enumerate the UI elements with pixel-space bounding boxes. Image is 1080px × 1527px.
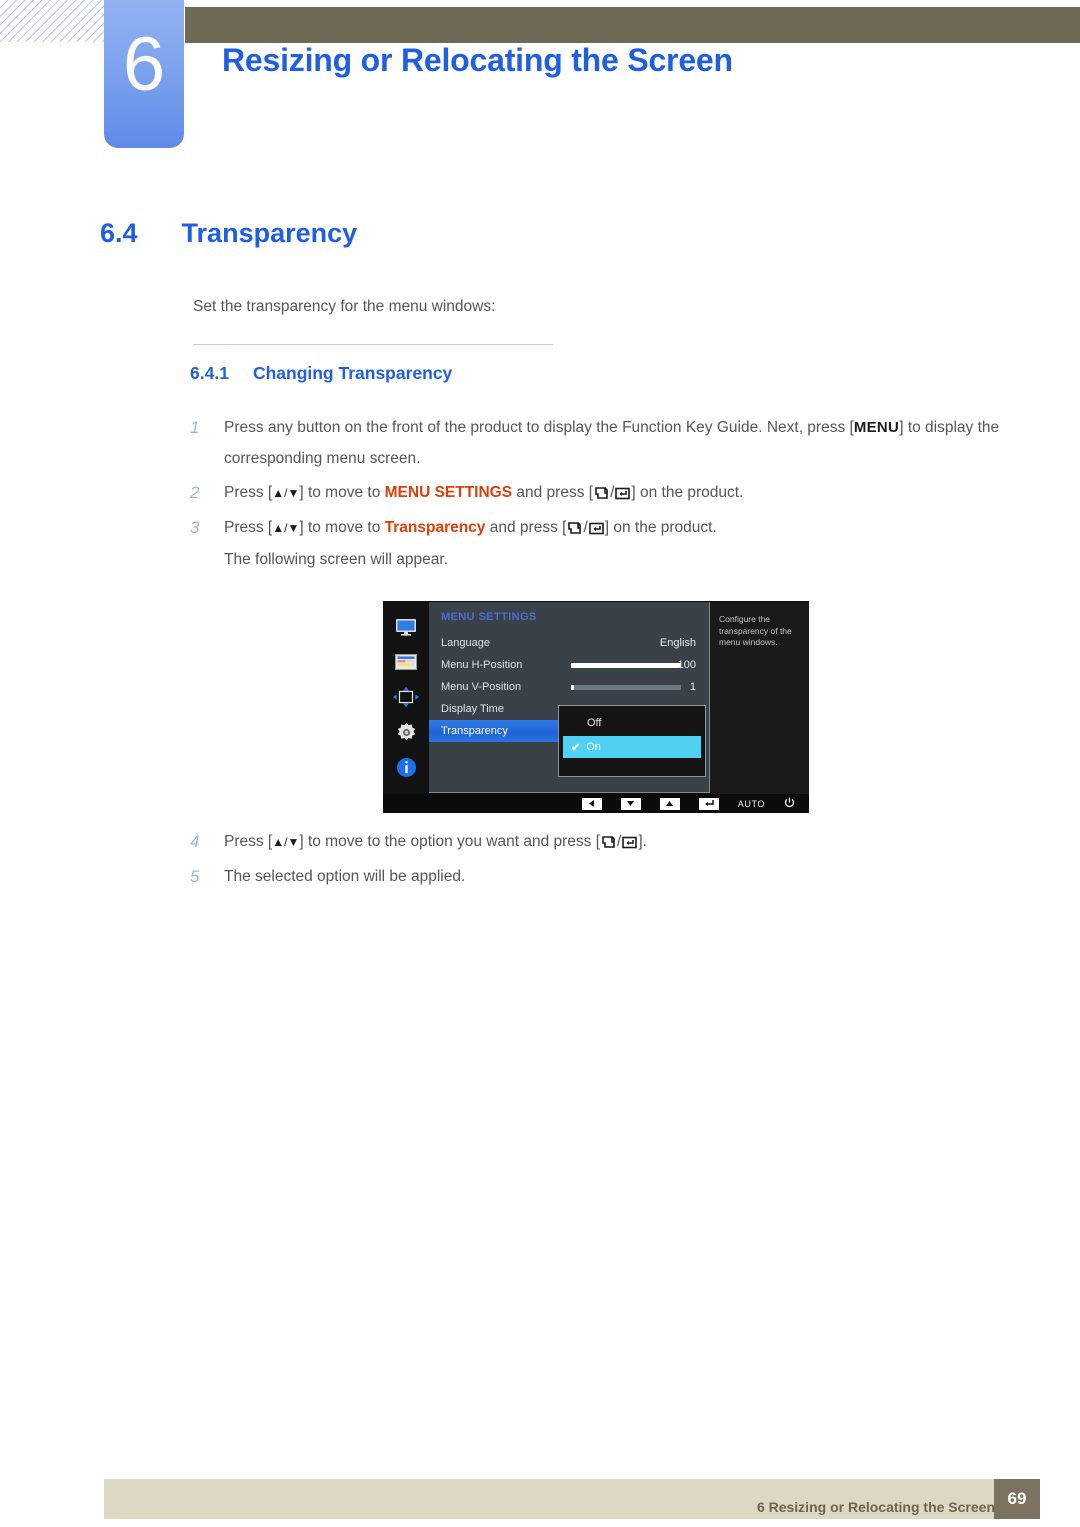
enter-return-icon <box>588 522 604 535</box>
v-position-slider[interactable] <box>571 685 681 690</box>
subsection-number: 6.4.1 <box>190 363 229 383</box>
section-number: 6.4 <box>100 218 138 248</box>
source-box-icon <box>602 836 615 848</box>
osd-row-value: 1 <box>689 681 696 693</box>
osd-main-area: MENU SETTINGS Language English Menu H-Po… <box>383 601 809 794</box>
step-note-text: The following screen will appear. <box>224 551 449 568</box>
header-olive-bar <box>185 7 1080 43</box>
osd-row-label: Transparency <box>441 725 508 737</box>
display-icon[interactable] <box>393 616 419 638</box>
step-text-post: ] on the product. <box>631 484 744 501</box>
instruction-steps-bottom: 4 Press [▲/▼] to move to the option you … <box>190 826 1020 895</box>
divider-rule <box>193 344 553 345</box>
manual-page: 6 Resizing or Relocating the Screen 6.4 … <box>0 0 1080 1527</box>
section-heading: 6.4 Transparency <box>100 218 357 249</box>
auto-button[interactable]: AUTO <box>738 799 765 809</box>
step-item: 3 Press [▲/▼] to move to Transparency an… <box>190 512 1020 575</box>
step-text: Press [▲/▼] to move to Transparency and … <box>224 512 717 575</box>
step-text-mid2: and press [ <box>512 484 594 501</box>
section-title: Transparency <box>181 218 358 248</box>
checkmark-icon: ✔ <box>571 741 581 754</box>
step-text-mid: ] to move to <box>299 519 385 536</box>
step-text: Press [▲/▼] to move to MENU SETTINGS and… <box>224 477 743 509</box>
step-number: 1 <box>190 418 200 437</box>
instruction-steps-top: 1 Press any button on the front of the p… <box>190 412 1020 578</box>
gear-icon[interactable] <box>393 721 419 743</box>
dropdown-option-label: On <box>586 741 601 753</box>
dropdown-option-off[interactable]: Off <box>559 712 705 734</box>
osd-panel-heading: MENU SETTINGS <box>441 611 537 623</box>
osd-row-label: Menu V-Position <box>441 681 522 693</box>
osd-help-text: Configure the transparency of the menu w… <box>719 614 792 647</box>
osd-row-label: Display Time <box>441 703 504 715</box>
step-text-pre: Press [ <box>224 519 273 536</box>
osd-row-menu-v-position[interactable]: Menu V-Position 1 <box>429 676 710 698</box>
step-text-post: ] on the product. <box>604 519 717 536</box>
slash-separator: / <box>617 833 622 850</box>
osd-button-bar: AUTO <box>383 794 809 813</box>
left-arrow-button[interactable] <box>581 797 602 810</box>
step-item: 4 Press [▲/▼] to move to the option you … <box>190 826 1020 858</box>
enter-return-icon <box>615 487 631 500</box>
section-intro-text: Set the transparency for the menu window… <box>193 298 496 315</box>
step-text: Press any button on the front of the pro… <box>224 412 1020 474</box>
osd-row-value: 100 <box>677 659 696 671</box>
footer-text: 6 Resizing or Relocating the Screen <box>756 1499 995 1515</box>
osd-row-language[interactable]: Language English <box>429 632 710 654</box>
step-item: 2 Press [▲/▼] to move to MENU SETTINGS a… <box>190 477 1020 509</box>
source-box-icon <box>595 487 608 499</box>
power-button[interactable] <box>784 795 795 813</box>
chapter-title: Resizing or Relocating the Screen <box>222 42 733 78</box>
step-text-pre: Press [ <box>224 484 273 501</box>
down-arrow-button[interactable] <box>620 797 641 810</box>
step-text-mid2: and press [ <box>485 519 567 536</box>
source-box-icon <box>568 522 582 534</box>
picture-settings-icon[interactable] <box>393 651 419 673</box>
transparency-highlight: Transparency <box>384 519 486 536</box>
updown-arrows-icon: ▲/▼ <box>272 486 300 500</box>
step-text-prefix: Press any button on the front of the pro… <box>224 419 854 436</box>
subsection-title: Changing Transparency <box>252 363 453 383</box>
h-position-slider[interactable] <box>571 663 681 668</box>
updown-arrows-icon: ▲/▼ <box>272 521 300 535</box>
osd-help-panel: Configure the transparency of the menu w… <box>710 602 809 794</box>
updown-arrows-icon: ▲/▼ <box>272 835 300 849</box>
step-text-mid: ] to move to the option you want and pre… <box>299 833 601 850</box>
osd-row-label: Language <box>441 637 490 649</box>
step-text-post: ]. <box>638 833 647 850</box>
enter-return-icon <box>622 836 638 849</box>
menu-settings-highlight: MENU SETTINGS <box>384 484 513 501</box>
transparency-dropdown[interactable]: Off ✔ On <box>558 705 706 777</box>
subsection-heading: 6.4.1 Changing Transparency <box>190 363 452 384</box>
step-item: 5 The selected option will be applied. <box>190 861 1020 892</box>
position-arrows-icon[interactable] <box>393 686 419 708</box>
up-arrow-button[interactable] <box>659 797 680 810</box>
slash-separator: / <box>583 519 588 536</box>
dropdown-option-on[interactable]: ✔ On <box>563 736 701 758</box>
chapter-number-tab: 6 <box>104 0 184 148</box>
step-item: 1 Press any button on the front of the p… <box>190 412 1020 474</box>
step-number: 3 <box>190 518 200 537</box>
step-text: Press [▲/▼] to move to the option you wa… <box>224 826 647 858</box>
info-icon[interactable] <box>393 756 419 778</box>
osd-row-label: Menu H-Position <box>441 659 523 671</box>
slash-separator: / <box>610 484 615 501</box>
osd-screenshot: MENU SETTINGS Language English Menu H-Po… <box>383 601 809 813</box>
osd-icon-rail <box>383 601 429 794</box>
step-number: 4 <box>190 832 200 851</box>
step-text-mid: ] to move to <box>299 484 385 501</box>
step-text: The selected option will be applied. <box>224 868 466 885</box>
enter-button[interactable] <box>698 797 719 810</box>
osd-row-value: English <box>659 637 696 649</box>
page-number-badge: 69 <box>994 1479 1040 1519</box>
step-text-pre: Press [ <box>224 833 273 850</box>
step-number: 2 <box>190 483 200 502</box>
osd-row-menu-h-position[interactable]: Menu H-Position 100 <box>429 654 710 676</box>
chapter-number: 6 <box>122 22 166 107</box>
menu-key-label: MENU <box>853 419 900 436</box>
step-number: 5 <box>190 867 200 886</box>
dropdown-option-label: Off <box>587 717 602 729</box>
